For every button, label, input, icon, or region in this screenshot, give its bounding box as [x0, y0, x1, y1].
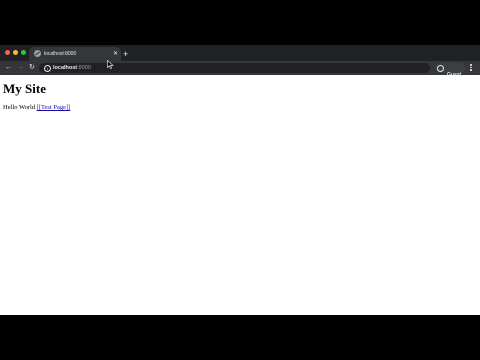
page-paragraph: Hello World [[Test Page]] — [3, 103, 70, 112]
toolbar: ← → ↻ i localhost:8000 Guest — [0, 61, 480, 78]
tab-title: localhost:8000 — [44, 51, 77, 57]
forward-button[interactable]: → — [17, 62, 24, 74]
address-bar[interactable]: i localhost:8000 — [39, 63, 430, 73]
tab-strip: localhost:8000 ✕ + — [0, 45, 480, 61]
mouse-pointer-icon — [107, 60, 114, 69]
globe-icon — [34, 50, 41, 57]
reload-button[interactable]: ↻ — [29, 62, 35, 74]
page-title: My Site — [3, 81, 46, 96]
url-text[interactable]: localhost:8000 — [53, 64, 91, 72]
page-body-text: Hello World — [3, 104, 37, 111]
url-host: localhost — [53, 65, 78, 71]
screen: localhost:8000 ✕ + ← → ↻ i localhost:800… — [0, 0, 480, 360]
profile-button[interactable]: Guest — [435, 63, 466, 78]
maximize-window-icon[interactable] — [21, 50, 26, 55]
site-info-icon[interactable]: i — [44, 65, 51, 72]
back-button[interactable]: ← — [5, 62, 12, 74]
page-viewport: My Site Hello World [[Test Page]] — [0, 75, 480, 315]
profile-icon — [437, 65, 444, 72]
close-window-icon[interactable] — [5, 50, 10, 55]
kebab-menu-icon[interactable] — [470, 64, 473, 72]
minimize-window-icon[interactable] — [13, 50, 18, 55]
tab-close-icon[interactable]: ✕ — [113, 49, 118, 59]
url-port: :8000 — [77, 65, 91, 71]
test-page-link[interactable]: [[Test Page]] — [37, 104, 71, 111]
tab-localhost[interactable]: localhost:8000 ✕ — [29, 47, 121, 61]
new-tab-button[interactable]: + — [123, 47, 128, 61]
browser-window: localhost:8000 ✕ + ← → ↻ i localhost:800… — [0, 45, 480, 315]
